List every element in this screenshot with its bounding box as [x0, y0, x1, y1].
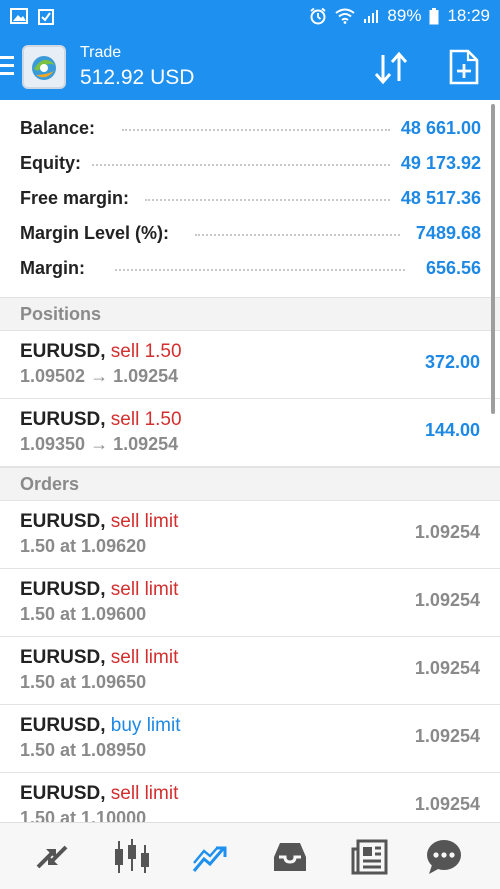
dotted-leader [195, 234, 400, 236]
summary-row-balance: Balance: 48 661.00 [0, 112, 500, 147]
summary-label: Margin Level (%): [20, 223, 170, 243]
summary-value: 48 517.36 [400, 188, 481, 208]
order-details: 1.50 at 1.09620 [20, 536, 147, 556]
chart-icon[interactable] [112, 837, 152, 877]
alarm-icon [310, 7, 327, 25]
section-title: Orders [20, 474, 80, 494]
order-current-price: 1.09254 [414, 794, 480, 814]
section-title: Positions [20, 304, 102, 324]
page-title: Trade [80, 44, 122, 61]
bottom-navigation [0, 822, 500, 889]
gallery-icon [10, 8, 28, 24]
dotted-leader [92, 164, 390, 166]
order-row[interactable]: EURUSD, sell limit 1.50 at 1.09600 1.092… [0, 569, 500, 637]
trade-content[interactable]: Balance: 48 661.00 Equity: 49 173.92 Fre… [0, 100, 500, 822]
news-icon[interactable] [350, 837, 390, 877]
order-details: 1.50 at 1.10000 [20, 808, 147, 822]
summary-value: 7489.68 [415, 223, 481, 243]
position-side: sell 1.50 [110, 409, 182, 430]
order-current-price: 1.09254 [414, 522, 480, 542]
quotes-icon[interactable] [32, 837, 72, 877]
signal-icon [364, 10, 379, 23]
order-symbol: EURUSD, [20, 511, 106, 532]
battery-icon [429, 7, 439, 24]
positions-header: Positions [0, 297, 500, 331]
order-side: sell limit [110, 647, 179, 668]
app-logo[interactable] [22, 45, 66, 89]
order-side: sell limit [110, 579, 179, 600]
dotted-leader [145, 199, 390, 201]
order-symbol: EURUSD, [20, 715, 106, 736]
app-bar: Trade 512.92 USD [0, 34, 500, 100]
summary-row-free-margin: Free margin: 48 517.36 [0, 182, 500, 217]
order-row[interactable]: EURUSD, buy limit 1.50 at 1.08950 1.0925… [0, 705, 500, 773]
order-symbol: EURUSD, [20, 579, 106, 600]
position-side: sell 1.50 [110, 341, 182, 362]
summary-value: 656.56 [425, 258, 481, 278]
scrollbar[interactable] [491, 104, 495, 414]
clock: 18:29 [447, 6, 490, 25]
account-profit: 512.92 USD [80, 66, 195, 89]
order-details: 1.50 at 1.08950 [20, 740, 147, 760]
order-side: buy limit [110, 715, 181, 736]
trade-icon[interactable] [190, 837, 230, 877]
position-profit: 144.00 [424, 420, 480, 440]
summary-label: Free margin: [20, 188, 130, 208]
summary-row-margin: Margin: 656.56 [0, 252, 500, 287]
new-order-icon[interactable] [448, 49, 480, 85]
metatrader-logo-icon [32, 56, 56, 80]
position-prices: 1.09502 → 1.09254 [20, 366, 179, 386]
account-summary: Balance: 48 661.00 Equity: 49 173.92 Fre… [0, 100, 500, 297]
summary-label: Balance: [20, 118, 96, 138]
summary-row-equity: Equity: 49 173.92 [0, 147, 500, 182]
order-details: 1.50 at 1.09600 [20, 604, 147, 624]
position-row[interactable]: EURUSD, sell 1.50 1.09502 → 1.09254 372.… [0, 331, 500, 399]
summary-value: 48 661.00 [400, 118, 481, 138]
position-prices: 1.09350 → 1.09254 [20, 434, 179, 454]
order-current-price: 1.09254 [414, 590, 480, 610]
order-side: sell limit [110, 511, 179, 532]
dotted-leader [122, 129, 390, 131]
checkbox-icon [38, 9, 54, 25]
summary-row-margin-level: Margin Level (%): 7489.68 [0, 217, 500, 252]
summary-value: 49 173.92 [400, 153, 481, 173]
history-icon[interactable] [270, 837, 310, 877]
position-row[interactable]: EURUSD, sell 1.50 1.09350 → 1.09254 144.… [0, 399, 500, 467]
order-row[interactable]: EURUSD, sell limit 1.50 at 1.09620 1.092… [0, 501, 500, 569]
position-profit: 372.00 [424, 352, 480, 372]
position-symbol: EURUSD, [20, 409, 106, 430]
status-bar: 89% 18:29 [0, 0, 500, 34]
wifi-icon [335, 8, 356, 24]
menu-icon[interactable] [0, 56, 14, 78]
battery-level: 89% [387, 6, 422, 25]
order-side: sell limit [110, 783, 179, 804]
summary-label: Equity: [20, 153, 81, 173]
sort-icon[interactable] [372, 50, 412, 86]
chat-icon[interactable] [424, 837, 464, 877]
order-symbol: EURUSD, [20, 647, 106, 668]
order-current-price: 1.09254 [414, 658, 480, 678]
order-row[interactable]: EURUSD, sell limit 1.50 at 1.10000 1.092… [0, 773, 500, 822]
order-symbol: EURUSD, [20, 783, 106, 804]
order-current-price: 1.09254 [414, 726, 480, 746]
summary-label: Margin: [20, 258, 85, 278]
orders-header: Orders [0, 467, 500, 501]
order-row[interactable]: EURUSD, sell limit 1.50 at 1.09650 1.092… [0, 637, 500, 705]
dotted-leader [115, 269, 405, 271]
order-details: 1.50 at 1.09650 [20, 672, 147, 692]
position-symbol: EURUSD, [20, 341, 106, 362]
